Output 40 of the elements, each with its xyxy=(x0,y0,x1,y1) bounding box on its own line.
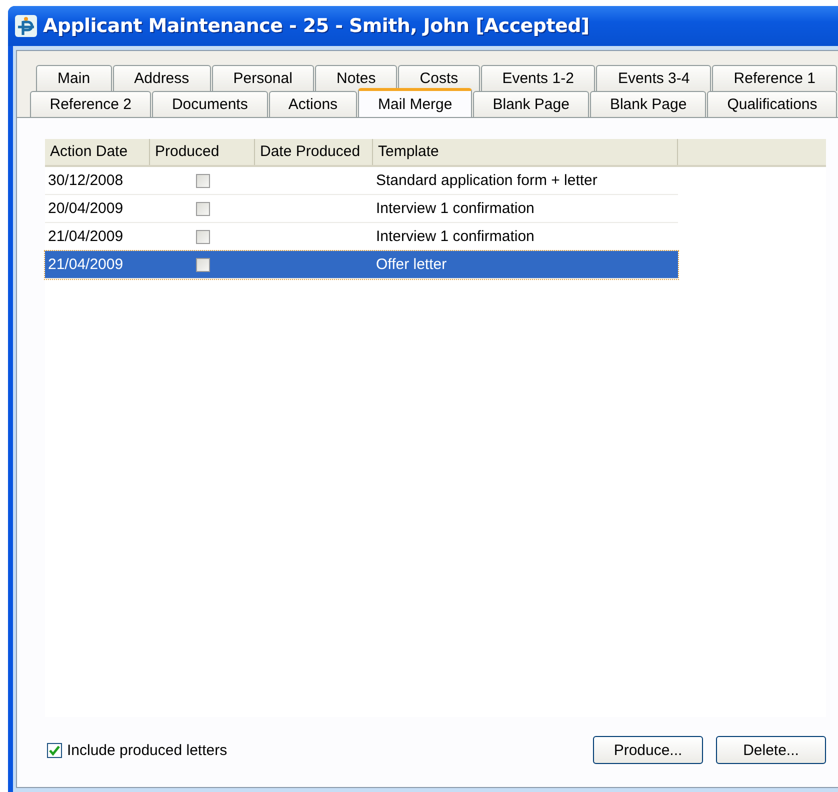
table-cell: Offer letter xyxy=(376,256,447,273)
tab[interactable]: Notes xyxy=(314,65,398,91)
tab[interactable]: Events 3-4 xyxy=(596,65,712,91)
table-cell: Standard application form + letter xyxy=(376,172,598,189)
checkbox[interactable] xyxy=(196,230,210,244)
checkbox[interactable] xyxy=(196,258,210,272)
table-cell: 21/04/2009 xyxy=(48,256,124,273)
table-row[interactable]: 21/04/2009 Offer letter xyxy=(45,251,678,279)
tab[interactable]: Address xyxy=(112,65,211,91)
app-logo-icon xyxy=(15,15,37,37)
table-cell: 30/12/2008 xyxy=(48,172,124,189)
table-cell: Interview 1 confirmation xyxy=(376,200,534,217)
tab[interactable]: Blank Page xyxy=(472,91,590,117)
window-title: Applicant Maintenance - 25 - Smith, John [Accepted] xyxy=(43,15,590,37)
tab[interactable]: Reference 1 xyxy=(712,65,838,91)
checkbox-label: Include produced letters xyxy=(67,742,228,758)
tab[interactable]: Documents xyxy=(152,91,268,117)
tab[interactable]: Blank Page xyxy=(590,91,706,117)
tab[interactable]: Main xyxy=(36,65,112,91)
checkbox[interactable] xyxy=(196,174,210,188)
column-header[interactable]: Date Produced xyxy=(255,139,373,165)
table-cell: Interview 1 confirmation xyxy=(376,228,534,245)
column-header[interactable]: Produced xyxy=(150,139,255,165)
table-cell: 20/04/2009 xyxy=(48,200,124,217)
tab[interactable]: Personal xyxy=(212,65,314,91)
tab[interactable]: Events 1-2 xyxy=(480,65,596,91)
checkbox[interactable] xyxy=(47,742,62,758)
tab[interactable]: Costs xyxy=(398,65,480,91)
tab[interactable]: Reference 2 xyxy=(30,91,152,117)
column-header[interactable]: Template xyxy=(373,139,678,165)
table-row[interactable]: 30/12/2008 Standard application form + letter xyxy=(45,167,678,195)
table-cell: 21/04/2009 xyxy=(48,228,124,245)
table-row[interactable]: 20/04/2009 Interview 1 confirmation xyxy=(45,195,678,223)
column-header[interactable]: Action Date xyxy=(45,139,150,165)
checkbox[interactable] xyxy=(196,202,210,216)
tab[interactable]: Qualifications xyxy=(707,91,837,117)
tab[interactable]: Actions xyxy=(268,91,358,117)
dialog-button[interactable]: Delete... xyxy=(716,736,826,764)
tab[interactable]: Mail Merge xyxy=(358,88,472,117)
dialog-button[interactable]: Produce... xyxy=(593,736,703,764)
